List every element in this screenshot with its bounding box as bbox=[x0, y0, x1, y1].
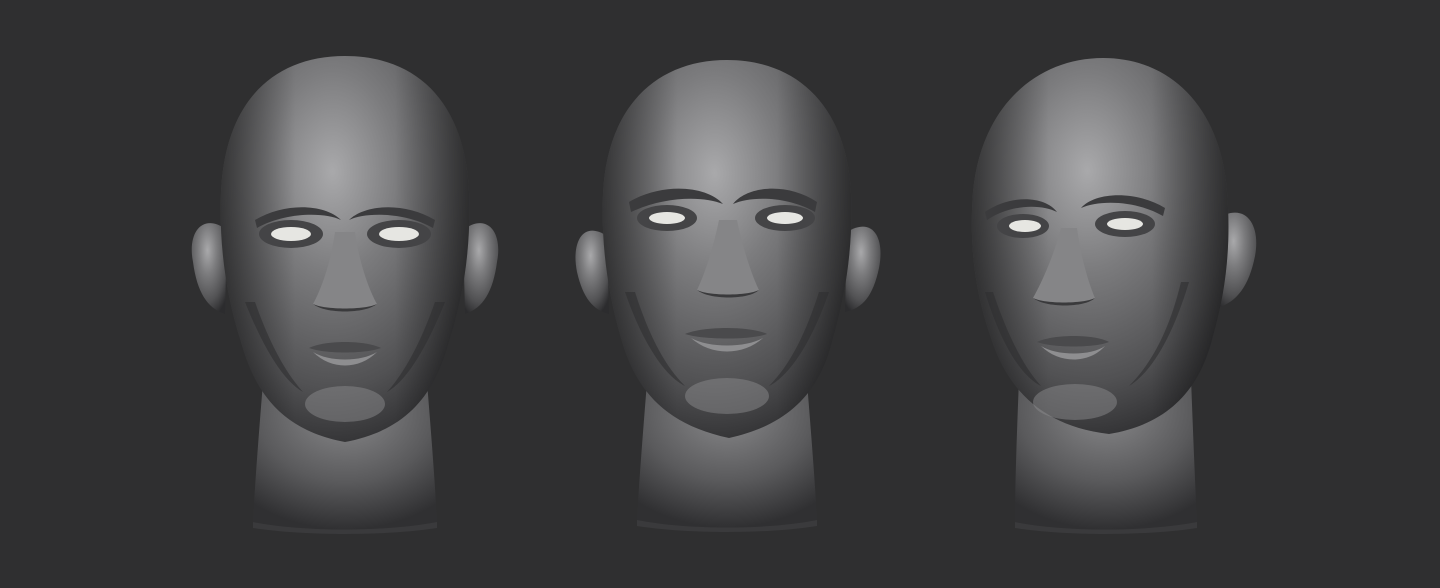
head-front-view bbox=[185, 52, 505, 536]
head-three-quarter-left-view bbox=[567, 52, 887, 536]
head-three-quarter-right-view bbox=[945, 52, 1265, 536]
sculpt-viewport[interactable] bbox=[0, 0, 1440, 588]
